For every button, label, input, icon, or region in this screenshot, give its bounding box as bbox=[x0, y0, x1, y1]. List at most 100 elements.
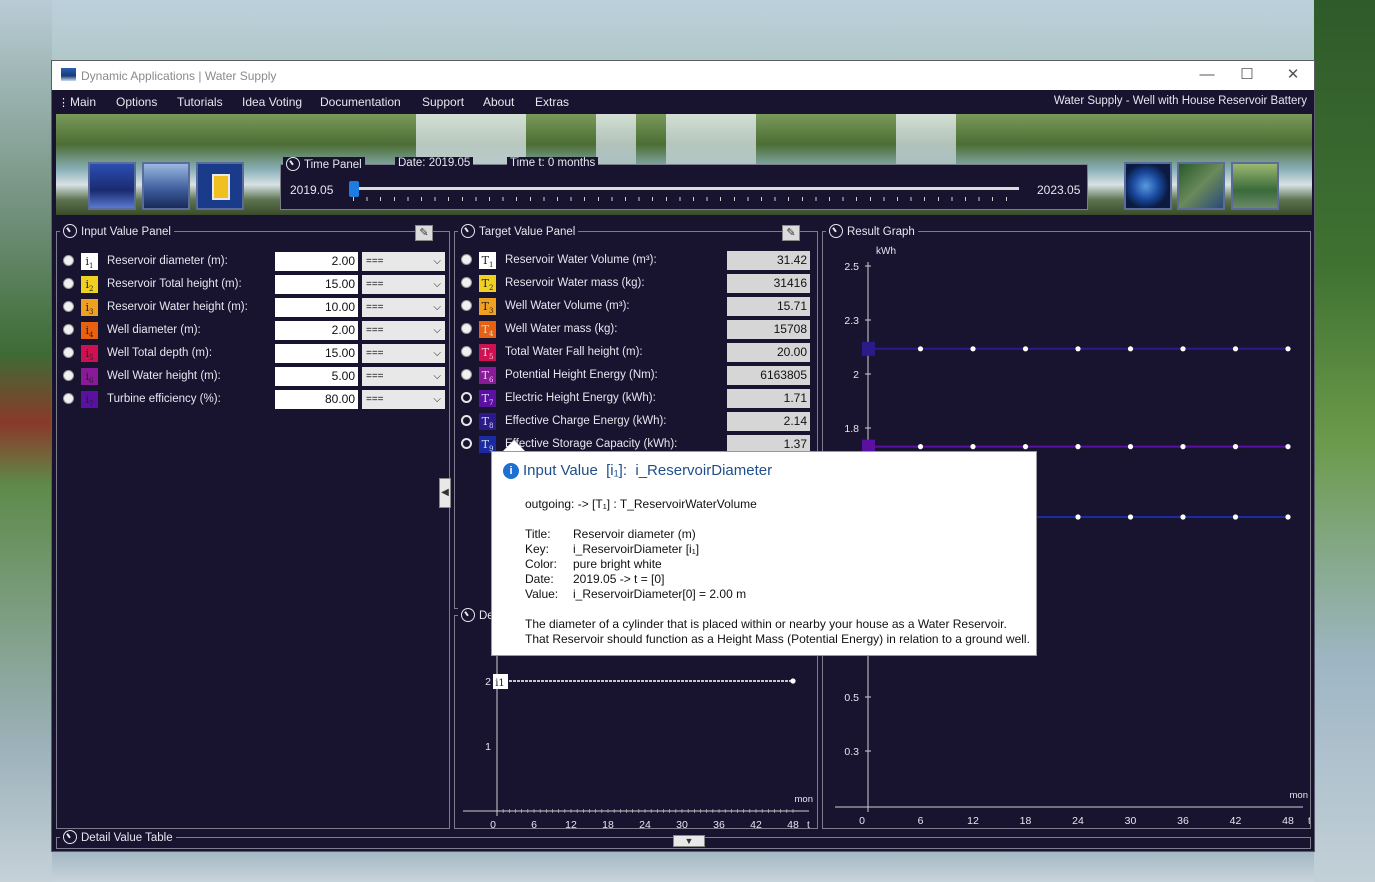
target-radio[interactable] bbox=[461, 254, 472, 265]
input-radio[interactable] bbox=[63, 324, 74, 335]
clock-icon bbox=[63, 224, 77, 238]
menu-extras[interactable]: Extras bbox=[535, 95, 569, 109]
result-data-point bbox=[1127, 444, 1134, 450]
input-radio[interactable] bbox=[63, 278, 74, 289]
menu-tutorials[interactable]: Tutorials bbox=[177, 95, 223, 109]
target-row: T6 Potential Height Energy (Nm): 6163805 bbox=[455, 366, 817, 386]
chevron-down-icon: ⌵ bbox=[433, 371, 441, 382]
target-key-chip: T2 bbox=[479, 275, 496, 292]
target-key-chip: T3 bbox=[479, 298, 496, 315]
thumbnail-pier[interactable] bbox=[142, 162, 190, 210]
maximize-button[interactable]: ☐ bbox=[1232, 65, 1262, 85]
menu-main[interactable]: Main bbox=[70, 95, 96, 109]
result-data-point bbox=[970, 444, 976, 450]
input-operator-select[interactable]: === ⌵ bbox=[362, 344, 445, 363]
tooltip-outgoing: outgoing: -> [T₁] : T_ReservoirWaterVolu… bbox=[525, 497, 757, 511]
result-x-tick-label: 0 bbox=[859, 815, 865, 827]
result-data-point bbox=[1285, 514, 1291, 520]
target-label: Well Water Volume (m³): bbox=[505, 300, 630, 312]
minimize-button[interactable]: — bbox=[1192, 65, 1222, 85]
menu-idea-voting[interactable]: Idea Voting bbox=[242, 95, 302, 109]
result-x-unit-top: mon bbox=[1290, 790, 1308, 801]
input-radio[interactable] bbox=[63, 347, 74, 358]
input-operator-select[interactable]: === ⌵ bbox=[362, 367, 445, 386]
input-row: i3 Reservoir Water height (m): 10.00 === ⌵ bbox=[57, 298, 449, 318]
result-data-point bbox=[1180, 514, 1186, 520]
menu-about[interactable]: About bbox=[483, 95, 514, 109]
input-value-field[interactable]: 15.00 bbox=[275, 344, 358, 363]
input-label: Well Water height (m): bbox=[107, 370, 221, 382]
close-button[interactable]: ✕ bbox=[1278, 65, 1308, 85]
menu-documentation[interactable]: Documentation bbox=[320, 95, 401, 109]
target-label: Effective Charge Energy (kWh): bbox=[505, 415, 667, 427]
thumbnail-lake[interactable] bbox=[88, 162, 136, 210]
input-row: i4 Well diameter (m): 2.00 === ⌵ bbox=[57, 321, 449, 341]
target-radio[interactable] bbox=[461, 346, 472, 357]
target-radio[interactable] bbox=[461, 323, 472, 334]
input-radio[interactable] bbox=[63, 301, 74, 312]
time-slider-thumb[interactable] bbox=[349, 181, 359, 197]
input-key-chip: i6 bbox=[81, 368, 98, 385]
thumbnail-collage[interactable] bbox=[1177, 162, 1225, 210]
input-value-field[interactable]: 2.00 bbox=[275, 252, 358, 271]
result-data-point bbox=[1180, 444, 1186, 450]
input-edit-button[interactable]: ✎ bbox=[415, 225, 433, 241]
result-data-point bbox=[1075, 514, 1081, 520]
detail-value-table: Detail Value Table ▼ bbox=[56, 830, 1311, 849]
input-radio[interactable] bbox=[63, 370, 74, 381]
target-radio[interactable] bbox=[461, 369, 472, 380]
expand-table-button[interactable]: ▼ bbox=[673, 835, 705, 847]
detail-data-point bbox=[790, 678, 796, 684]
thumbnail-door[interactable] bbox=[196, 162, 244, 210]
collapse-panel-button[interactable]: ◀ bbox=[439, 478, 451, 508]
target-value-field: 20.00 bbox=[727, 343, 810, 362]
input-operator-select[interactable]: === ⌵ bbox=[362, 390, 445, 409]
result-data-point bbox=[1127, 514, 1134, 520]
thumbnail-earth[interactable] bbox=[1124, 162, 1172, 210]
input-label: Reservoir Water height (m): bbox=[107, 301, 248, 313]
target-panel-title: Target Value Panel bbox=[458, 224, 579, 238]
input-operator-select[interactable]: === ⌵ bbox=[362, 321, 445, 340]
input-value-field[interactable]: 5.00 bbox=[275, 367, 358, 386]
target-radio[interactable] bbox=[461, 277, 472, 288]
result-y-unit: kWh bbox=[876, 246, 896, 257]
target-row: T3 Well Water Volume (m³): 15.71 bbox=[455, 297, 817, 317]
input-value-field[interactable]: 80.00 bbox=[275, 390, 358, 409]
result-data-point bbox=[1075, 444, 1081, 450]
target-value-field: 6163805 bbox=[727, 366, 810, 385]
result-data-point bbox=[917, 346, 924, 352]
target-value-field: 15.71 bbox=[727, 297, 810, 316]
target-value-field: 31416 bbox=[727, 274, 810, 293]
tooltip-color-key: Color: bbox=[525, 557, 558, 571]
target-label: Reservoir Water Volume (m³): bbox=[505, 254, 657, 266]
input-operator-select[interactable]: === ⌵ bbox=[362, 252, 445, 271]
target-radio[interactable] bbox=[461, 300, 472, 311]
thumbnail-building[interactable] bbox=[1231, 162, 1279, 210]
input-value-field[interactable]: 15.00 bbox=[275, 275, 358, 294]
detail-x-tick-label: 42 bbox=[750, 819, 762, 828]
detail-x-unit-top: mon bbox=[795, 794, 813, 805]
target-label: Reservoir Water mass (kg): bbox=[505, 277, 645, 289]
time-slider-track[interactable] bbox=[353, 187, 1019, 190]
input-key-chip: i5 bbox=[81, 345, 98, 362]
input-operator-select[interactable]: === ⌵ bbox=[362, 275, 445, 294]
input-radio[interactable] bbox=[63, 255, 74, 266]
clock-icon bbox=[63, 830, 77, 844]
chevron-down-icon: ⌵ bbox=[433, 348, 441, 359]
input-value-field[interactable]: 10.00 bbox=[275, 298, 358, 317]
target-edit-button[interactable]: ✎ bbox=[782, 225, 800, 241]
input-row: i5 Well Total depth (m): 15.00 === ⌵ bbox=[57, 344, 449, 364]
result-data-point bbox=[1180, 346, 1186, 352]
target-radio[interactable] bbox=[461, 438, 472, 449]
title-bar[interactable]: Dynamic Applications | Water Supply — ☐ … bbox=[52, 61, 1314, 90]
input-operator-select[interactable]: === ⌵ bbox=[362, 298, 445, 317]
time-panel-title: Time Panel bbox=[283, 157, 365, 171]
result-y-tick-label: 1.8 bbox=[844, 423, 859, 435]
menu-options[interactable]: Options bbox=[116, 95, 157, 109]
menu-support[interactable]: Support bbox=[422, 95, 464, 109]
target-radio[interactable] bbox=[461, 392, 472, 403]
target-key-chip: T8 bbox=[479, 413, 496, 430]
input-radio[interactable] bbox=[63, 393, 74, 404]
target-radio[interactable] bbox=[461, 415, 472, 426]
input-value-field[interactable]: 2.00 bbox=[275, 321, 358, 340]
